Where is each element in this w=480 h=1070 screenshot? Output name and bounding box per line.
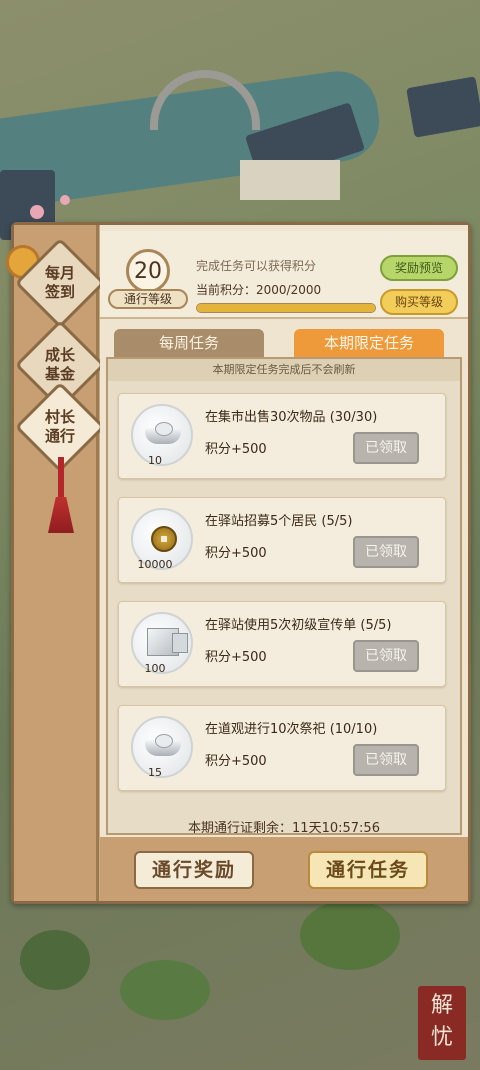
points-hint: 完成任务可以获得积分 — [196, 259, 317, 273]
pass-rewards-button[interactable]: 通行奖励 — [134, 851, 254, 889]
reward-preview-button[interactable]: 奖励预览 — [380, 255, 458, 281]
tab-limited-tasks[interactable]: 本期限定任务 — [294, 329, 444, 357]
silver-ingot-icon — [145, 422, 181, 444]
task-points: 积分+500 — [205, 442, 267, 457]
task-progress: (30/30) — [329, 410, 378, 425]
claimed-button[interactable]: 已领取 — [353, 640, 419, 672]
current-points: 当前积分：2000/2000 — [196, 281, 321, 298]
points-progress-bar — [196, 303, 376, 313]
points-progress-fill — [197, 304, 375, 312]
task-progress: (10/10) — [329, 722, 378, 737]
level-label: 通行等级 — [108, 289, 188, 309]
village-pass-panel: 每月 签到 成长 基金 村长 通行 20 通行等级 完成任务可以获得积分 当前积分：2… — [6, 222, 471, 904]
seal-stamp: 解忧 — [418, 986, 466, 1060]
side-tab-bar: 每月 签到 成长 基金 村长 通行 — [6, 225, 106, 901]
task-title: 在驿站使用5次初级宣传单 (5/5) — [205, 618, 392, 633]
reward-quantity: 10 — [148, 454, 162, 467]
task-list: 本期限定任务完成后不会刷新 10 在集市出售30次物品 (30/30) 积分+5… — [106, 357, 462, 836]
tassel-icon — [48, 497, 74, 533]
points-value: 2000/2000 — [256, 283, 322, 297]
refresh-notice: 本期限定任务完成后不会刷新 — [108, 359, 460, 381]
task-card: 100 在驿站使用5次初级宣传单 (5/5) 积分+500 已领取 — [118, 601, 446, 687]
tab-weekly-tasks[interactable]: 每周任务 — [114, 329, 264, 357]
countdown-label: 本期通行证剩余： — [188, 821, 293, 836]
task-points: 积分+500 — [205, 546, 267, 561]
stone-block-icon — [147, 628, 188, 656]
task-progress: (5/5) — [321, 514, 353, 529]
level-badge: 20 通行等级 — [108, 249, 188, 309]
bottom-bar: 通行奖励 通行任务 — [100, 837, 468, 901]
task-card: 15 在道观进行10次祭祀 (10/10) 积分+500 已领取 — [118, 705, 446, 791]
task-title: 在道观进行10次祭祀 (10/10) — [205, 722, 378, 737]
task-card: 10 在集市出售30次物品 (30/30) 积分+500 已领取 — [118, 393, 446, 479]
claimed-button[interactable]: 已领取 — [353, 744, 419, 776]
pass-header: 20 通行等级 完成任务可以获得积分 当前积分：2000/2000 奖励预览 购… — [100, 231, 468, 319]
task-points: 积分+500 — [205, 754, 267, 769]
claimed-button[interactable]: 已领取 — [353, 536, 419, 568]
task-progress: (5/5) — [360, 618, 392, 633]
pass-countdown: 本期通行证剩余：11天10:57:56 — [108, 817, 460, 836]
pass-tasks-button[interactable]: 通行任务 — [308, 851, 428, 889]
task-title: 在集市出售30次物品 (30/30) — [205, 410, 378, 425]
silver-ingot-icon — [145, 734, 181, 756]
countdown-value: 11天10:57:56 — [292, 821, 380, 836]
reward-quantity: 100 — [144, 662, 166, 675]
reward-quantity: 10000 — [137, 558, 173, 571]
copper-coin-icon — [151, 526, 177, 552]
pass-content: 20 通行等级 完成任务可以获得积分 当前积分：2000/2000 奖励预览 购… — [100, 225, 468, 901]
claimed-button[interactable]: 已领取 — [353, 432, 419, 464]
task-title: 在驿站招募5个居民 (5/5) — [205, 514, 353, 529]
points-label: 当前积分： — [196, 283, 257, 297]
reward-quantity: 15 — [148, 766, 162, 779]
level-number: 20 — [126, 249, 170, 293]
task-points: 积分+500 — [205, 650, 267, 665]
task-card: 10000 在驿站招募5个居民 (5/5) 积分+500 已领取 — [118, 497, 446, 583]
buy-level-button[interactable]: 购买等级 — [380, 289, 458, 315]
